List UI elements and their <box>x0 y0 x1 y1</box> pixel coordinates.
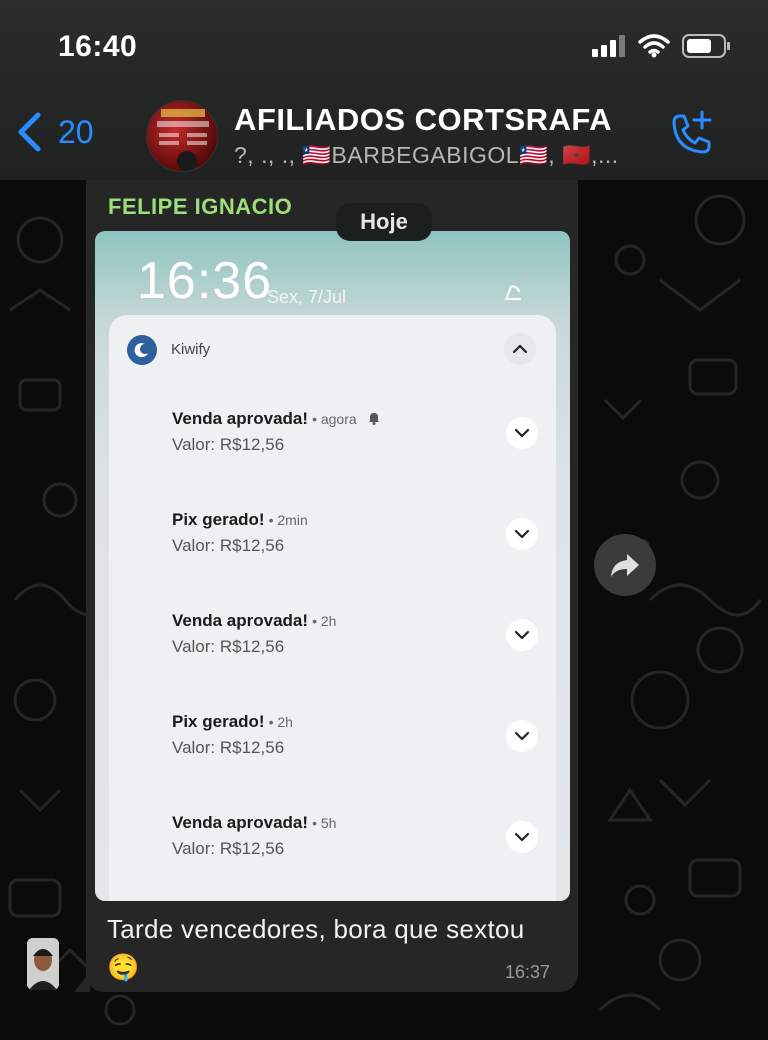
notification-title: Pix gerado! • 2h <box>172 712 293 731</box>
notification-title: Venda aprovada! • 5h <box>172 813 337 832</box>
chevron-down-icon <box>514 428 530 438</box>
group-avatar[interactable] <box>146 100 218 172</box>
notification-body: Valor: R$12,56 <box>172 536 285 555</box>
message-sender[interactable]: FELIPE IGNACIO <box>108 194 292 220</box>
lockscreen-date: Sex, 7/Jul <box>267 287 347 307</box>
status-icons <box>592 34 732 58</box>
notification-group: Kiwify Venda aprovada! • agora Valor: R$1… <box>109 315 556 901</box>
notification-item: Venda aprovada! • agora Valor: R$12,56 <box>109 409 556 479</box>
back-button[interactable]: 20 <box>16 112 94 152</box>
notification-title: Venda aprovada! • agora <box>172 409 381 429</box>
notification-body: Valor: R$12,56 <box>172 738 285 757</box>
chevron-down-icon <box>514 630 530 640</box>
notification-body: Valor: R$12,56 <box>172 839 285 858</box>
chevron-down-icon <box>514 529 530 539</box>
chevron-left-icon <box>18 112 41 152</box>
group-participants[interactable]: ?, ., ., 🇱🇷BARBEGABIGOL🇱🇷, 🇲🇦,... <box>234 142 619 169</box>
forward-button[interactable] <box>594 534 656 596</box>
notification-title: Venda aprovada! • 2h <box>172 611 337 630</box>
chevron-down-icon <box>514 731 530 741</box>
expand-button <box>506 720 538 752</box>
expand-button <box>506 821 538 853</box>
notification-item: Pix gerado! • 2min Valor: R$12,56 <box>109 510 556 580</box>
bubble-tail <box>74 972 90 992</box>
add-call-button[interactable] <box>664 108 716 165</box>
date-chip: Hoje <box>336 203 432 241</box>
chevron-up-icon <box>512 344 528 354</box>
notification-title: Pix gerado! • 2min <box>172 510 308 529</box>
expand-button <box>506 619 538 651</box>
chat-header: 16:40 20 AFILIADOS CORTSRAFA ?, ., ., 🇱🇷… <box>0 0 768 180</box>
signal-icon <box>592 35 625 57</box>
sender-avatar-image <box>27 938 59 990</box>
lockscreen-time: 16:36 <box>137 252 273 310</box>
group-avatar-image <box>157 109 209 171</box>
notification-item: Pix gerado! • 2h Valor: R$12,56 <box>109 712 556 782</box>
unread-count: 20 <box>58 113 94 150</box>
notification-item: Venda aprovada! • 2h Valor: R$12,56 <box>109 611 556 681</box>
chat-screen: 16:40 20 AFILIADOS CORTSRAFA ?, ., ., 🇱🇷… <box>0 0 768 1040</box>
status-time: 16:40 <box>58 30 138 63</box>
expand-button <box>506 518 538 550</box>
notification-body: Valor: R$12,56 <box>172 435 285 454</box>
expand-button <box>506 417 538 449</box>
message-time: 16:37 <box>505 962 551 982</box>
chevron-down-icon <box>514 832 530 842</box>
sender-avatar[interactable] <box>27 938 59 990</box>
battery-icon <box>682 34 730 58</box>
notification-body: Valor: R$12,56 <box>172 637 285 656</box>
forward-arrow-icon <box>611 554 639 577</box>
phone-plus-icon <box>672 110 712 154</box>
alarm-icon <box>504 283 522 306</box>
notification-item: Venda aprovada! • 5h Valor: R$12,56 <box>109 813 556 883</box>
kiwify-app-icon <box>127 335 157 365</box>
collapse-button <box>504 333 536 365</box>
notification-app-name: Kiwify <box>171 341 211 358</box>
bell-icon <box>369 413 380 425</box>
message-image[interactable]: 16:36 Sex, 7/Jul Kiwify Venda aprovada! • <box>95 231 570 901</box>
message-caption: Tarde vencedores, bora que sextou 🤤 <box>107 914 525 982</box>
wifi-icon <box>638 34 670 58</box>
group-title[interactable]: AFILIADOS CORTSRAFA <box>234 102 612 138</box>
